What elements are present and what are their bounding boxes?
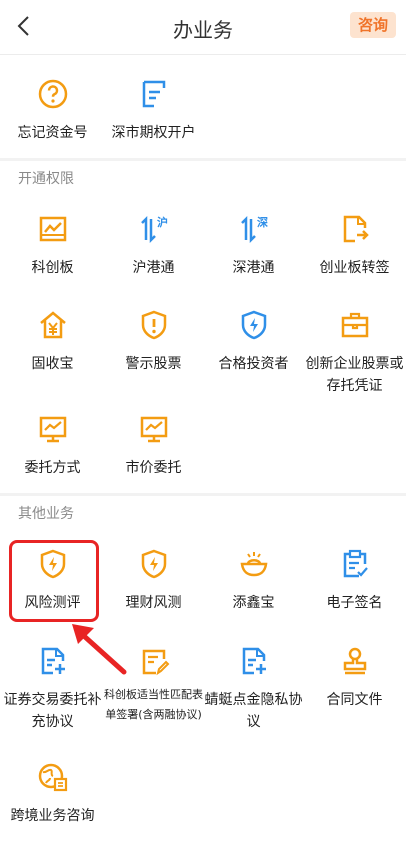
item-label: 市价委托: [125, 460, 182, 476]
consult-button[interactable]: 咨询: [349, 12, 396, 38]
item-label: 忘记资金号: [17, 125, 88, 141]
board-chart-icon: [39, 216, 66, 242]
lightning-shield-icon: [141, 549, 166, 579]
item-label: 委托方式: [24, 460, 81, 476]
item-label: 深市期权开户: [111, 125, 196, 141]
item-label: 警示股票: [125, 356, 182, 372]
section-divider: [0, 158, 406, 161]
star-market-item[interactable]: 科创板: [2, 213, 103, 279]
warning-stock-item[interactable]: 警示股票: [103, 309, 204, 375]
forgot-fund-account-item[interactable]: 忘记资金号: [2, 78, 103, 144]
document-plus-icon: [41, 647, 65, 675]
annotation-arrow-icon: [72, 624, 127, 675]
item-label: 深港通: [232, 260, 275, 276]
risk-assessment-item[interactable]: 风险测评: [2, 548, 103, 614]
cross-border-consult-item[interactable]: 跨境业务咨询: [2, 761, 103, 827]
connect-badge: 深: [257, 215, 268, 229]
document-transfer-icon: [343, 215, 369, 243]
qualified-investor-item[interactable]: 合格投资者: [203, 309, 304, 375]
warning-shield-icon: [141, 310, 166, 340]
item-label: 科创板适当性匹配表单签署(含两融协议): [104, 688, 203, 721]
clipboard-check-icon: [343, 549, 368, 578]
shenzhen-hk-connect-icon: 深: [240, 215, 268, 244]
item-label: 合格投资者: [218, 356, 289, 372]
item-label: 合同文件: [326, 692, 383, 708]
innovative-enterprise-item[interactable]: 创新企业股票或存托凭证: [304, 309, 405, 397]
item-label: 跨境业务咨询: [10, 808, 95, 824]
item-label: 电子签名: [326, 595, 383, 611]
item-label: 科创板: [31, 260, 74, 276]
fixed-income-item[interactable]: 固收宝: [2, 309, 103, 375]
shenzhen-options-account-item[interactable]: 深市期权开户: [103, 78, 204, 144]
privacy-agreement-item[interactable]: 蜻蜓点金隐私协议: [203, 645, 304, 733]
shanghai-hk-connect-icon: 沪: [140, 215, 168, 244]
document-plus-icon: [242, 647, 266, 675]
order-method-item[interactable]: 委托方式: [2, 413, 103, 479]
chinext-transfer-item[interactable]: 创业板转签: [304, 213, 405, 279]
item-label: 蜻蜓点金隐私协议: [204, 692, 303, 730]
stamp-icon: [343, 647, 366, 675]
tianxinbao-item[interactable]: 添鑫宝: [203, 548, 304, 614]
market-order-item[interactable]: 市价委托: [103, 413, 204, 479]
section-divider: [0, 493, 406, 496]
item-label: 沪港通: [132, 260, 175, 276]
house-yuan-icon: [39, 311, 66, 339]
item-label: 创新企业股票或存托凭证: [305, 356, 404, 394]
item-label: 风险测评: [24, 595, 81, 611]
item-label: 创业板转签: [319, 260, 390, 276]
lightning-shield-icon: [241, 310, 266, 340]
section-title-open-permissions: 开通权限: [18, 171, 74, 187]
item-label: 理财风测: [125, 595, 182, 611]
lightning-shield-icon: [40, 549, 65, 579]
globe-document-icon: [38, 763, 67, 792]
header-divider: [0, 54, 406, 55]
monitor-chart-icon: [140, 416, 167, 443]
connect-badge: 沪: [157, 215, 168, 229]
item-label: 证券交易委托补充协议: [3, 692, 102, 730]
contract-files-item[interactable]: 合同文件: [304, 645, 405, 711]
e-signature-item[interactable]: 电子签名: [304, 548, 405, 614]
top-bar: 办业务 咨询: [0, 0, 406, 54]
briefcase-icon: [341, 312, 368, 338]
item-label: 固收宝: [31, 356, 74, 372]
document-edit-icon: [142, 649, 169, 676]
page-title: 办业务: [173, 18, 233, 42]
question-circle-icon: [38, 79, 67, 109]
section-title-other-business: 其他业务: [18, 506, 74, 522]
document-list-icon: [142, 80, 165, 108]
wealth-risk-assessment-item[interactable]: 理财风测: [103, 548, 204, 614]
gold-ingot-icon: [240, 552, 267, 577]
monitor-chart-icon: [39, 416, 66, 443]
shenzhen-hk-connect-item[interactable]: 深 深港通: [203, 213, 304, 279]
shanghai-hk-connect-item[interactable]: 沪 沪港通: [103, 213, 204, 279]
item-label: 添鑫宝: [232, 595, 275, 611]
